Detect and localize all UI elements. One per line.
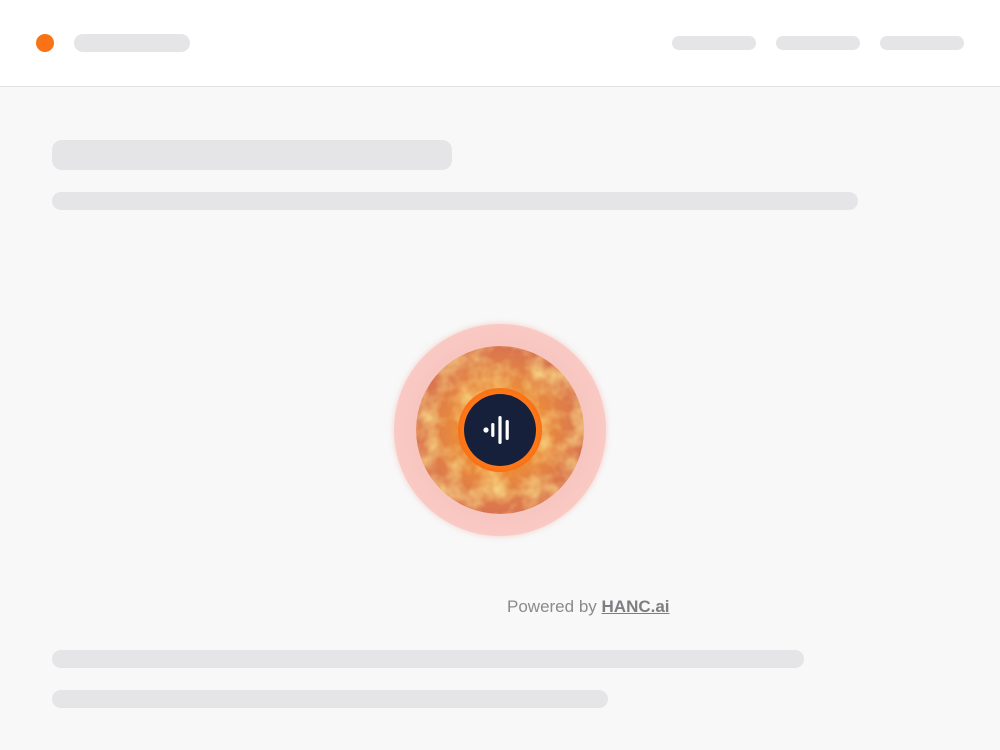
voice-assistant-orb [394,324,606,536]
voice-button-inner [464,394,536,466]
orange-dot-icon [36,34,54,52]
voice-call-button[interactable] [458,388,542,472]
nav-link-placeholder-2[interactable] [776,36,860,50]
text-line-placeholder-3 [52,690,608,708]
powered-by-note: Powered by HANC.ai [507,597,670,617]
audio-waveform-icon [483,416,509,444]
text-line-placeholder-1 [52,192,858,210]
powered-by-text: Powered by [507,597,597,616]
text-line-placeholder-2 [52,650,804,668]
brand-name-placeholder [74,34,190,52]
nav-link-placeholder-3[interactable] [880,36,964,50]
page-title-placeholder [52,140,452,170]
hanc-ai-link[interactable]: HANC.ai [602,597,670,616]
header [0,0,1000,87]
nav-link-placeholder-1[interactable] [672,36,756,50]
